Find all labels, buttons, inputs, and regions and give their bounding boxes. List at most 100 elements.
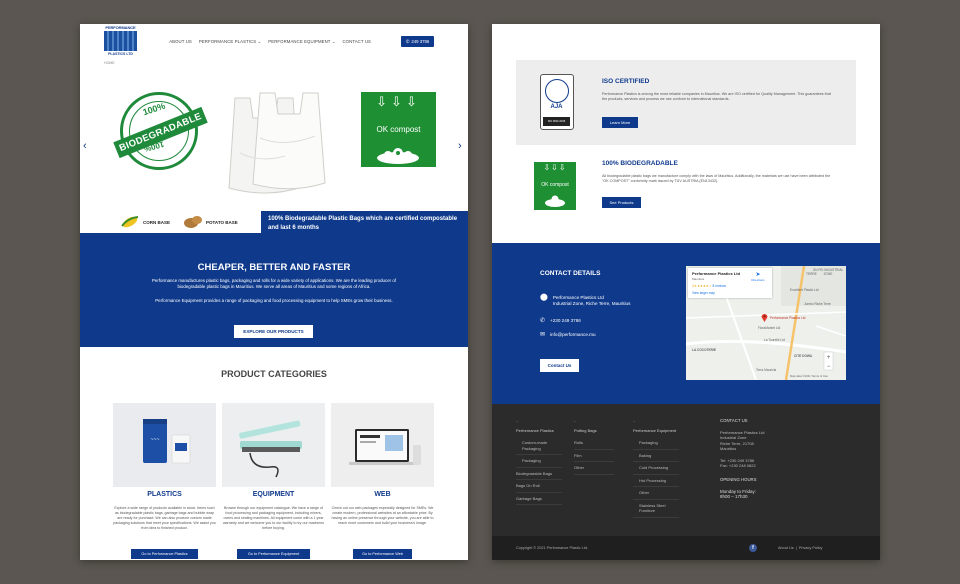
footer-link[interactable]: Stainless Steel Furniture [633,500,679,518]
footer-col-equipment: – Performance Equipment Packaging Baking… [633,418,679,518]
footer-link[interactable]: Rolls [574,437,614,450]
footer-col-misc: – Potting Bags Rolls Film Other [574,418,614,475]
aja-globe-icon [545,79,569,103]
aja-logo-text: AJA [550,104,563,110]
contact-email-row: ✉ info@performance.mu [540,332,596,338]
copyright-text: Copyright © 2021 Performance Plastic Ltd… [516,546,589,550]
homepage-top: PERFORMANCE PLASTICS LTD ABOUT US PERFOR… [80,24,468,560]
corn-base-item: CORN BASE [120,214,170,230]
footer-link[interactable]: Packaging [516,455,562,468]
phone-icon: ✆ [540,318,546,324]
footer-link[interactable]: Cold Processing [633,462,679,475]
logo-mark [104,31,137,51]
learn-more-button[interactable]: Learn More [602,117,638,128]
map-reviews[interactable]: 8 reviews [713,284,726,288]
footer-col-plastics-head[interactable]: Performance Plastics [516,428,562,433]
slider-next-arrow[interactable]: › [458,140,462,152]
contact-email[interactable]: info@performance.mu [550,332,596,338]
flower-small-icon [545,195,565,207]
footer-link[interactable]: Custom-made Packaging [516,437,562,455]
map-larger-link[interactable]: View larger map [692,291,715,295]
web-laptop-image[interactable] [331,403,434,487]
equipment-description: Browse through our equipment catalogue. … [222,506,325,530]
explore-products-button[interactable]: EXPLORE OUR PRODUCTS [234,325,313,338]
flower-icon [377,148,419,164]
map-label-lacocoterie: LA COCOTERIE [692,348,716,352]
map-pin-icon[interactable] [761,313,768,322]
intro-title: CHEAPER, BETTER AND FASTER [197,262,351,273]
aja-iso-logo: AJA ISO 9001:2015 [540,74,574,130]
map-directions[interactable]: ➤ Directions [746,271,770,282]
biodegradable-title: 100% BIODEGRADABLE [602,160,678,167]
map-directions-label: Directions [751,278,765,282]
map-attribution: Map data ©2021 Terms of Use [790,374,828,378]
plastics-title: PLASTICS [147,491,182,498]
map-label-floramarket: FloraMarket Ltd [758,326,781,330]
intro-paragraph-1: Performance manufactures plastic bags, p… [152,278,396,289]
footer-link[interactable]: Bags On Roll [516,480,562,493]
footer-link[interactable]: Garbage Bags [516,493,562,505]
contact-title: CONTACT DETAILS [540,270,601,277]
plastics-image[interactable]: ~~~ [113,403,216,487]
footer-col-equipment-head[interactable]: Performance Equipment [633,428,679,433]
nav-plastics[interactable]: PERFORMANCE PLASTICS ⌄ [199,39,261,45]
see-products-button[interactable]: See Products [602,197,641,208]
equipment-image[interactable] [222,403,325,487]
plastics-description: Explore a wide range of products availab… [113,506,216,530]
web-description: Check out our web packages especially de… [331,506,434,525]
footer-hours-head: OPENING HOURS [720,476,757,482]
phone-icon: ✆ [405,38,410,44]
compost-label: OK compost [376,125,421,134]
svg-text:~~~: ~~~ [151,437,160,443]
footer-link[interactable]: Film [574,450,614,462]
potato-base-item: POTATO BASE [183,214,238,230]
potato-icon [184,216,202,228]
footer-legal-links[interactable]: About Us | Privacy Policy [778,546,822,550]
map-label-citedowa: CITE DOWA [794,354,813,358]
intro-paragraph-2: Performance Equipment provides a range o… [155,298,393,303]
contact-phone[interactable]: +230 249 3786 [550,318,581,324]
potato-base-label: POTATO BASE [206,219,238,225]
site-logo[interactable]: PERFORMANCE PLASTICS LTD [102,26,139,56]
nav-contact[interactable]: CONTACT US [342,39,371,45]
footer-col-misc-head[interactable]: Potting Bags [574,428,614,433]
phone-button[interactable]: ✆ 249 3786 [401,36,434,47]
footer-link[interactable]: Baking [633,450,679,462]
compost-arrows-icon: ⇩⇩⇩ [376,94,421,109]
breadcrumb[interactable]: HOME [104,61,115,65]
homepage-bottom: AJA ISO 9001:2015 ISO CERTIFIED Performa… [492,24,880,560]
slider-prev-arrow[interactable]: ‹ [83,140,87,152]
hero-slider: ‹ › 100% 100% BIODEGRADABLE ⇩⇩⇩ OK compo… [80,68,468,271]
go-to-web-button[interactable]: Go to Performance Web [353,549,412,559]
footer-link[interactable]: Other [574,462,614,475]
footer-bottom-bar: Copyright © 2021 Performance Plastic Ltd… [492,536,880,560]
map-label-terra: Terra Mauricia [756,368,777,372]
site-footer: – Performance Plastics Custom-made Packa… [492,404,880,536]
corn-base-label: CORN BASE [143,219,171,225]
map-label-jinfei: JIN FEI INDUSTRIAL ZONE [812,268,844,276]
facebook-icon[interactable]: f [749,544,757,552]
footer-link[interactable]: Biodegradable Bags [516,468,562,480]
iso-section: AJA ISO 9001:2015 ISO CERTIFIED Performa… [516,60,856,145]
nav-equipment[interactable]: PERFORMANCE EQUIPMENT ⌄ [268,39,335,45]
go-to-equipment-button[interactable]: Go to Performance Equipment [237,549,310,559]
go-to-plastics-button[interactable]: Go to Performance Plastics [131,549,198,559]
ok-compost-small-logo: ⇩⇩⇩ OK compost [534,162,576,210]
contact-us-button[interactable]: Contact Us [540,359,579,372]
footer-contact-head: CONTACT US [720,418,748,423]
nav-about[interactable]: ABOUT US [169,39,192,45]
contact-address: Performance Plastics Ltd Industrial Zone… [553,295,631,307]
map-label-jumbo: Jumbo Riche Terre [804,302,831,306]
google-map[interactable]: + − Performance Plastics Ltd Mauritius 3… [686,266,846,380]
contact-address-line: Industrial Zone, Riche Terre, Mauritius [552,301,631,306]
web-title: WEB [374,491,391,498]
footer-link[interactable]: Hot Processing [633,475,679,487]
intro-section: CHEAPER, BETTER AND FASTER Performance m… [80,233,468,347]
footer-link[interactable]: Other [633,487,679,500]
footer-contact: CONTACT US Performance Plastics Ltd Indu… [720,418,800,499]
map-pin-label: Performance Plastics Ltd [770,316,806,320]
logo-name: PERFORMANCE [105,25,136,30]
map-rating-stars: 3.4 ★★★★☆ [692,284,712,288]
footer-link[interactable]: Packaging [633,437,679,450]
iso-body: Performance Plastics is among the most r… [602,92,831,101]
